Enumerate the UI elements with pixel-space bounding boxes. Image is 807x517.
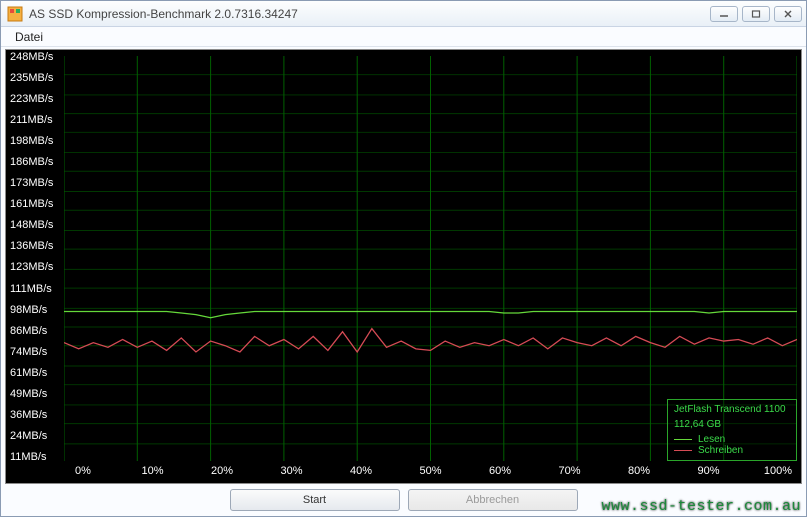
y-tick-label: 161MB/s (10, 199, 64, 210)
abort-button: Abbrechen (408, 489, 578, 511)
close-button[interactable] (774, 6, 802, 22)
x-tick-label: 80% (622, 465, 656, 481)
x-axis-labels: 0% 10% 20% 30% 40% 50% 60% 70% 80% 90% 100% (64, 465, 797, 481)
legend-device: JetFlash Transcend 1100 (674, 404, 790, 415)
y-tick-label: 36MB/s (10, 410, 64, 421)
legend-capacity: 112,64 GB (674, 419, 790, 430)
y-tick-label: 136MB/s (10, 241, 64, 252)
y-tick-label: 123MB/s (10, 262, 64, 273)
y-tick-label: 86MB/s (10, 326, 64, 337)
x-tick-label: 20% (205, 465, 239, 481)
write-swatch-icon (674, 450, 692, 451)
y-tick-label: 235MB/s (10, 73, 64, 84)
x-tick-label: 100% (761, 465, 795, 481)
legend-read-label: Lesen (698, 434, 725, 445)
y-tick-label: 61MB/s (10, 368, 64, 379)
y-tick-label: 11MB/s (10, 452, 64, 463)
window-title: AS SSD Kompression-Benchmark 2.0.7316.34… (29, 7, 710, 21)
x-tick-label: 30% (275, 465, 309, 481)
y-tick-label: 98MB/s (10, 305, 64, 316)
chart-area: 248MB/s 235MB/s 223MB/s 211MB/s 198MB/s 186MB… (5, 49, 802, 484)
x-tick-label: 50% (414, 465, 448, 481)
x-tick-label: 70% (553, 465, 587, 481)
window-controls (710, 6, 802, 22)
titlebar: AS SSD Kompression-Benchmark 2.0.7316.34… (1, 1, 806, 27)
start-button[interactable]: Start (230, 489, 400, 511)
y-tick-label: 211MB/s (10, 115, 64, 126)
legend-write: Schreiben (674, 445, 790, 456)
read-swatch-icon (674, 439, 692, 440)
y-axis-labels: 248MB/s 235MB/s 223MB/s 211MB/s 198MB/s 186MB… (6, 50, 64, 463)
maximize-button[interactable] (742, 6, 770, 22)
x-tick-label: 90% (692, 465, 726, 481)
button-row: Start Abbrechen (1, 486, 806, 516)
y-tick-label: 198MB/s (10, 136, 64, 147)
y-tick-label: 223MB/s (10, 94, 64, 105)
y-tick-label: 148MB/s (10, 220, 64, 231)
menubar: Datei (1, 27, 806, 47)
minimize-button[interactable] (710, 6, 738, 22)
y-tick-label: 49MB/s (10, 389, 64, 400)
x-tick-label: 40% (344, 465, 378, 481)
app-icon (7, 6, 23, 22)
y-tick-label: 173MB/s (10, 178, 64, 189)
app-window: AS SSD Kompression-Benchmark 2.0.7316.34… (0, 0, 807, 517)
legend-write-label: Schreiben (698, 445, 743, 456)
legend-box: JetFlash Transcend 1100 112,64 GB Lesen … (667, 399, 797, 461)
menu-file[interactable]: Datei (9, 29, 49, 45)
y-tick-label: 186MB/s (10, 157, 64, 168)
x-tick-label: 60% (483, 465, 517, 481)
x-tick-label: 10% (136, 465, 170, 481)
x-tick-label: 0% (66, 465, 100, 481)
y-tick-label: 248MB/s (10, 52, 64, 63)
y-tick-label: 74MB/s (10, 347, 64, 358)
y-tick-label: 111MB/s (10, 284, 64, 295)
y-tick-label: 24MB/s (10, 431, 64, 442)
legend-read: Lesen (674, 434, 790, 445)
